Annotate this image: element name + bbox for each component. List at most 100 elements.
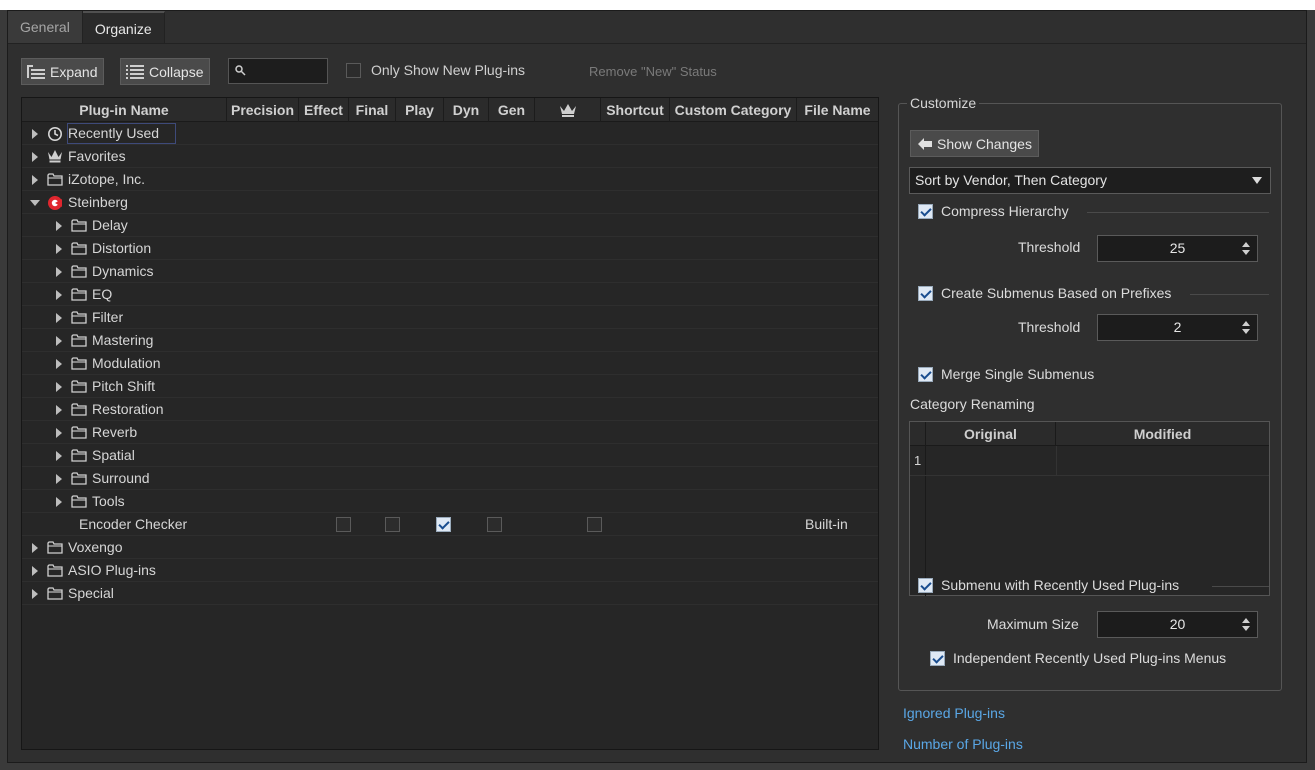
collapsed-arrow-icon[interactable]: [56, 221, 62, 231]
search-input[interactable]: [228, 58, 328, 84]
tree-row[interactable]: Pitch Shift: [22, 375, 878, 398]
collapsed-arrow-icon[interactable]: [56, 336, 62, 346]
col-play[interactable]: Play: [396, 98, 444, 122]
compress-checkbox[interactable]: [918, 203, 933, 219]
tree-row[interactable]: Distortion: [22, 237, 878, 260]
tree-row[interactable]: Surround: [22, 467, 878, 490]
tree-row[interactable]: iZotope, Inc.: [22, 168, 878, 191]
collapsed-arrow-icon[interactable]: [32, 175, 38, 185]
plugin-tree[interactable]: Plug-in Name Precision Effect Final Play…: [21, 97, 879, 750]
spin-arrows-icon[interactable]: [1242, 617, 1250, 632]
collapsed-arrow-icon[interactable]: [32, 566, 38, 576]
max-size-spinner[interactable]: 20: [1097, 611, 1258, 638]
tree-row[interactable]: Special: [22, 582, 878, 605]
remove-new-status-button[interactable]: Remove "New" Status: [589, 64, 717, 79]
tree-row[interactable]: Filter: [22, 306, 878, 329]
table-row[interactable]: 1: [910, 446, 1269, 476]
collapsed-arrow-icon[interactable]: [56, 474, 62, 484]
collapsed-arrow-icon[interactable]: [56, 405, 62, 415]
collapsed-arrow-icon[interactable]: [56, 382, 62, 392]
spin-arrows-icon[interactable]: [1242, 320, 1250, 335]
submenus-option[interactable]: Create Submenus Based on Prefixes: [918, 285, 1171, 301]
max-size-label: Maximum Size: [987, 616, 1079, 632]
submenus-checkbox[interactable]: [918, 285, 933, 301]
tree-row[interactable]: Mastering: [22, 329, 878, 352]
tree-row[interactable]: Voxengo: [22, 536, 878, 559]
checkbox-crown[interactable]: [587, 517, 602, 532]
tree-row[interactable]: Modulation: [22, 352, 878, 375]
tree-row[interactable]: Steinberg: [22, 191, 878, 214]
collapsed-arrow-icon[interactable]: [56, 359, 62, 369]
tree-row-label: Voxengo: [68, 539, 123, 555]
collapsed-arrow-icon[interactable]: [56, 244, 62, 254]
col-favorite[interactable]: [535, 98, 601, 122]
tree-row[interactable]: Dynamics: [22, 260, 878, 283]
col-file-name[interactable]: File Name: [797, 98, 878, 122]
col-gen[interactable]: Gen: [489, 98, 535, 122]
independent-option[interactable]: Independent Recently Used Plug-ins Menus: [930, 650, 1226, 666]
tree-row[interactable]: EQ: [22, 283, 878, 306]
collapsed-arrow-icon[interactable]: [56, 267, 62, 277]
only-new-label: Only Show New Plug-ins: [371, 62, 526, 78]
col-final[interactable]: Final: [349, 98, 396, 122]
checkbox-dyn[interactable]: [436, 517, 451, 532]
tree-row[interactable]: Recently Used: [22, 122, 878, 145]
recent-label: Submenu with Recently Used Plug-ins: [941, 577, 1180, 593]
collapsed-arrow-icon[interactable]: [56, 290, 62, 300]
collapsed-arrow-icon[interactable]: [32, 129, 38, 139]
merge-option[interactable]: Merge Single Submenus: [918, 366, 1094, 382]
col-shortcut[interactable]: Shortcut: [601, 98, 670, 122]
spin-arrows-icon[interactable]: [1242, 241, 1250, 256]
tree-row[interactable]: Delay: [22, 214, 878, 237]
collapsed-arrow-icon[interactable]: [56, 313, 62, 323]
independent-checkbox[interactable]: [930, 650, 945, 666]
collapsed-arrow-icon[interactable]: [56, 497, 62, 507]
checkbox-play[interactable]: [385, 517, 400, 532]
tree-row[interactable]: Restoration: [22, 398, 878, 421]
collapse-button[interactable]: Collapse: [120, 58, 211, 85]
col-custom-category[interactable]: Custom Category: [670, 98, 797, 122]
tab-general[interactable]: General: [8, 11, 83, 43]
tree-row[interactable]: Spatial: [22, 444, 878, 467]
col-precision[interactable]: Precision: [227, 98, 299, 122]
compress-option[interactable]: Compress Hierarchy: [918, 203, 1069, 219]
category-renaming-table[interactable]: Original Modified 1: [909, 421, 1270, 596]
tree-row[interactable]: Tools: [22, 490, 878, 513]
col-dyn[interactable]: Dyn: [444, 98, 489, 122]
col-original[interactable]: Original: [926, 422, 1056, 446]
tree-row[interactable]: Favorites: [22, 145, 878, 168]
tab-organize[interactable]: Organize: [82, 11, 165, 43]
expand-button[interactable]: Expand: [21, 58, 105, 85]
tree-row[interactable]: ASIO Plug-ins: [22, 559, 878, 582]
col-effect[interactable]: Effect: [299, 98, 349, 122]
collapsed-arrow-icon[interactable]: [32, 589, 38, 599]
only-new-checkbox[interactable]: [346, 62, 361, 78]
recent-checkbox[interactable]: [918, 577, 933, 593]
collapsed-arrow-icon[interactable]: [32, 543, 38, 553]
submenus-threshold-spinner[interactable]: 2: [1097, 314, 1258, 341]
expanded-arrow-icon[interactable]: [30, 200, 40, 206]
checkbox-gen[interactable]: [487, 517, 502, 532]
merge-checkbox[interactable]: [918, 366, 933, 382]
submenus-threshold-value: 2: [1173, 319, 1182, 335]
crown-icon: [559, 104, 576, 117]
show-changes-button[interactable]: Show Changes: [910, 130, 1039, 157]
tree-row-label: ASIO Plug-ins: [68, 562, 156, 578]
collapsed-arrow-icon[interactable]: [56, 428, 62, 438]
tree-row-label: Favorites: [68, 148, 126, 164]
ignored-plugins-link[interactable]: Ignored Plug-ins: [903, 705, 1005, 721]
tree-row[interactable]: Reverb: [22, 421, 878, 444]
col-modified[interactable]: Modified: [1056, 422, 1269, 446]
tree-row[interactable]: Encoder Checker Built-in: [22, 513, 878, 536]
number-of-plugins-link[interactable]: Number of Plug-ins: [903, 736, 1023, 752]
sort-select[interactable]: Sort by Vendor, Then Category: [909, 167, 1271, 194]
recent-option[interactable]: Submenu with Recently Used Plug-ins: [918, 577, 1179, 593]
folder-icon: [47, 172, 63, 187]
only-new-option[interactable]: Only Show New Plug-ins: [346, 62, 525, 78]
collapsed-arrow-icon[interactable]: [56, 451, 62, 461]
col-plugin-name[interactable]: Plug-in Name: [22, 98, 227, 122]
checkbox-final[interactable]: [336, 517, 351, 532]
tree-row-label: Modulation: [92, 355, 161, 371]
compress-threshold-spinner[interactable]: 25: [1097, 235, 1258, 262]
collapsed-arrow-icon[interactable]: [32, 152, 38, 162]
